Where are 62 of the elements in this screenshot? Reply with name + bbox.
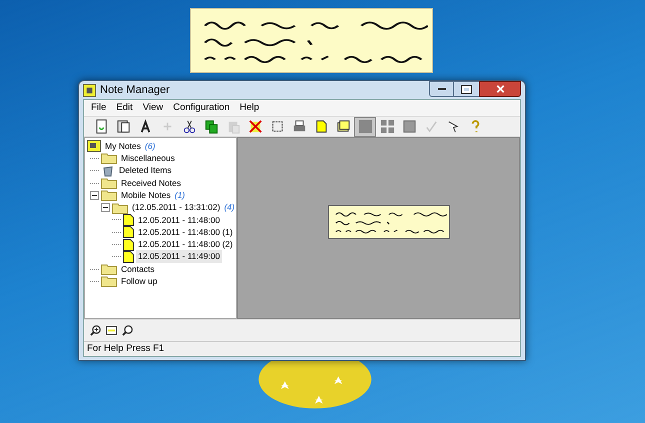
close-button[interactable] xyxy=(479,81,521,97)
single-view-icon xyxy=(358,119,372,134)
tree-item[interactable]: 12.05.2011 - 11:48:00 (2) xyxy=(136,238,235,251)
note-icon xyxy=(314,119,328,134)
close-icon xyxy=(496,85,504,93)
app-icon xyxy=(83,84,96,96)
tree-item[interactable]: Follow up xyxy=(119,275,160,288)
note-icon xyxy=(123,250,134,263)
tree-item[interactable]: Mobile Notes xyxy=(119,188,173,202)
folder-icon xyxy=(101,275,117,288)
status-text: For Help Press F1 xyxy=(87,342,164,356)
maximize-icon xyxy=(462,86,471,92)
menu-item[interactable]: Configuration xyxy=(168,100,235,116)
tree-item[interactable]: My Notes xyxy=(103,140,143,153)
note-count: (6) xyxy=(144,140,156,153)
delete-icon xyxy=(248,119,262,134)
menu-item[interactable]: Help xyxy=(234,100,264,116)
printer-icon xyxy=(292,119,306,134)
tree-item[interactable]: 12.05.2011 - 11:48:00 (1) xyxy=(136,226,235,239)
copy-icon xyxy=(204,119,218,134)
tree-item[interactable]: Miscellaneous xyxy=(119,152,177,165)
zoom-in-icon xyxy=(90,325,100,336)
minimize-button[interactable] xyxy=(429,81,454,97)
collapse-toggle[interactable] xyxy=(90,190,99,200)
folder-icon xyxy=(101,177,117,190)
note-count: (4) xyxy=(224,201,235,214)
tree-item[interactable]: (12.05.2011 - 13:31:02) xyxy=(130,201,222,214)
scissors-icon xyxy=(182,119,196,134)
page-refresh-icon xyxy=(94,119,108,134)
menu-item[interactable]: Edit xyxy=(111,100,138,116)
note-icon xyxy=(123,226,134,238)
tree-item[interactable]: 12.05.2011 - 11:48:00 xyxy=(136,214,222,226)
tree-item[interactable]: Received Notes xyxy=(119,176,184,190)
note-icon xyxy=(123,238,134,251)
zoom-out-icon xyxy=(122,325,132,336)
window-title: Note Manager xyxy=(100,82,170,98)
zoom-out-button[interactable] xyxy=(120,322,134,338)
folder-icon xyxy=(101,152,117,164)
note-count: (1) xyxy=(174,188,185,202)
pages-icon xyxy=(116,119,130,134)
tree-item[interactable]: Deleted Items xyxy=(117,164,174,178)
fit-page-icon xyxy=(106,326,116,335)
menu-item[interactable]: View xyxy=(138,100,168,116)
folder-icon xyxy=(112,202,128,214)
recycle-bin-icon xyxy=(101,164,115,177)
folder-icon xyxy=(101,263,117,276)
folder-icon xyxy=(101,189,117,202)
pointer-icon xyxy=(446,119,460,134)
maximize-button[interactable] xyxy=(454,81,479,97)
tree-item[interactable]: 12.05.2011 - 11:49:00 xyxy=(136,250,222,264)
small-view-icon xyxy=(402,119,416,134)
menu-item[interactable]: File xyxy=(86,100,112,116)
stacked-notes-icon xyxy=(336,119,350,134)
note-icon xyxy=(123,214,134,226)
tree-item[interactable]: Contacts xyxy=(119,262,157,276)
checkmark-icon xyxy=(424,119,438,134)
collapse-toggle[interactable] xyxy=(101,203,110,212)
zoom-in-button[interactable] xyxy=(88,322,102,338)
notebook-icon xyxy=(87,140,101,152)
grid-view-icon xyxy=(380,119,394,134)
minimize-icon xyxy=(438,88,446,90)
dashed-square-icon xyxy=(270,119,284,134)
